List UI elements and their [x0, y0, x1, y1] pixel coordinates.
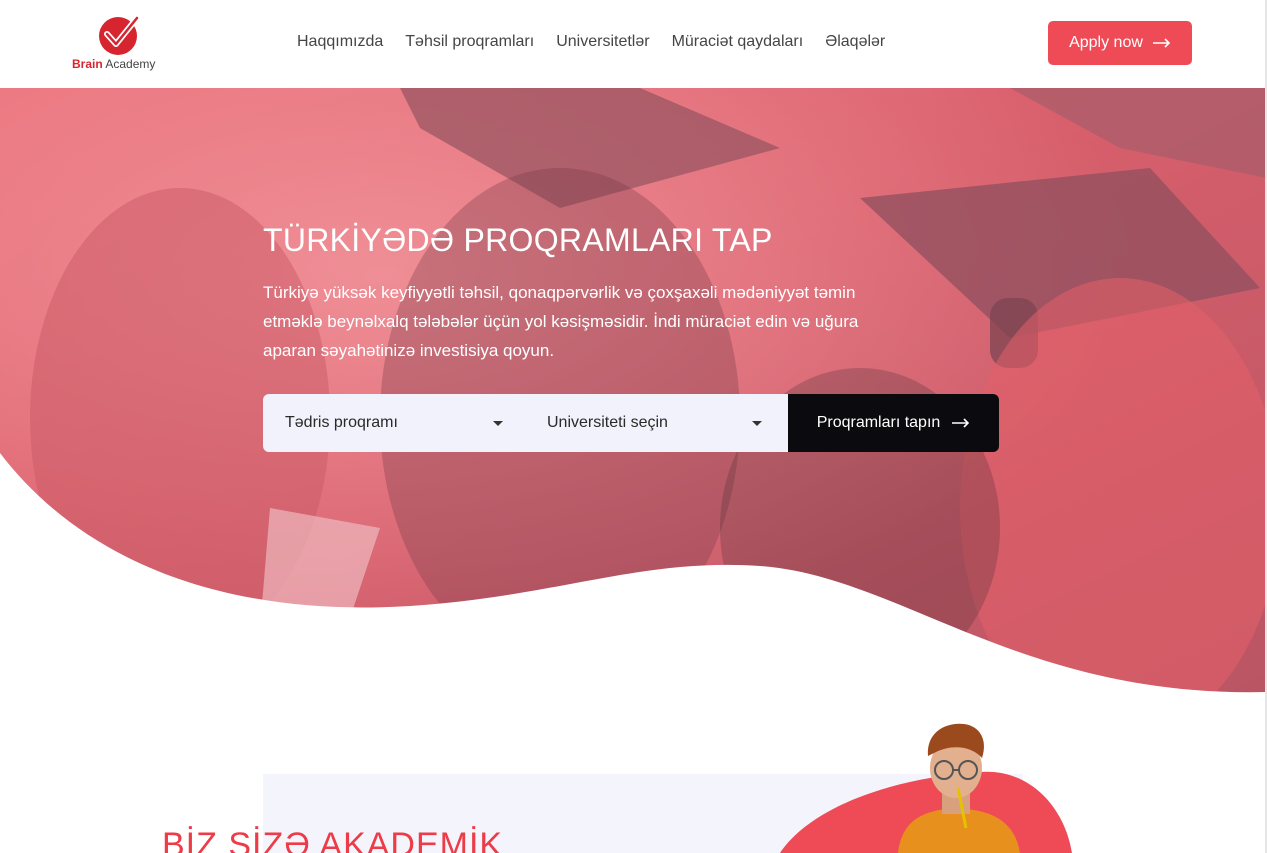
hero-section: TÜRKİYƏDƏ PROQRAMLARI TAP Türkiyə yüksək…	[0, 88, 1267, 708]
program-select-value: Tədris proqramı	[285, 414, 398, 431]
caret-down-icon	[493, 420, 503, 426]
program-search-form: Tədris proqramı Universiteti seçin Proqr…	[263, 394, 999, 452]
brand-name-light: Academy	[105, 57, 156, 71]
nav-item-programs[interactable]: Təhsil proqramları	[405, 33, 534, 51]
student-illustration	[898, 723, 1020, 853]
hero-title: TÜRKİYƏDƏ PROQRAMLARI TAP	[263, 222, 773, 258]
hero-description: Türkiyə yüksək keyfiyyətli təhsil, qonaq…	[263, 283, 859, 360]
university-select[interactable]: Universiteti seçin	[525, 394, 788, 452]
brand-name: Brain Academy	[72, 57, 155, 71]
find-programs-button[interactable]: Proqramları tapın	[788, 394, 999, 452]
apply-now-button[interactable]: Apply now	[1048, 21, 1192, 65]
arrow-right-icon	[1152, 38, 1171, 48]
university-select-value: Universiteti seçin	[547, 414, 668, 431]
arrow-right-icon	[952, 418, 970, 428]
nav-item-universities[interactable]: Universitetlər	[556, 33, 649, 51]
main-nav: Haqqımızda Təhsil proqramları Universite…	[297, 33, 885, 51]
nav-item-about[interactable]: Haqqımızda	[297, 33, 383, 51]
program-select[interactable]: Tədris proqramı	[263, 394, 525, 452]
apply-now-label: Apply now	[1069, 34, 1143, 51]
caret-down-icon	[752, 420, 762, 426]
nav-item-contacts[interactable]: Əlaqələr	[825, 33, 885, 51]
about-section-title: BİZ SİZƏ AKADEMİK	[162, 826, 504, 853]
find-programs-label: Proqramları tapın	[816, 414, 941, 431]
brand-logo[interactable]: Brain Academy	[70, 12, 180, 74]
site-header: Brain Academy Haqqımızda Təhsil proqraml…	[0, 0, 1267, 88]
brain-academy-logo-icon	[99, 15, 140, 55]
nav-item-application-rules[interactable]: Müraciət qaydaları	[672, 33, 804, 51]
brand-name-bold: Brain	[72, 57, 103, 71]
